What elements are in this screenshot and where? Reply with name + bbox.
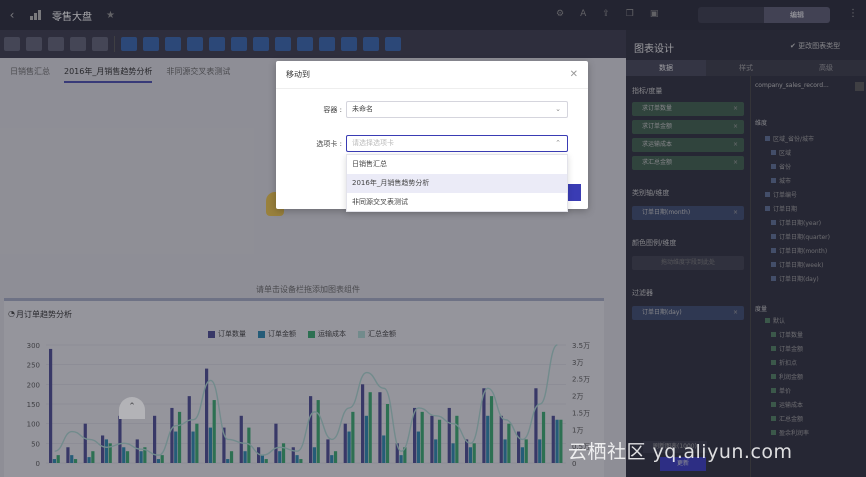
dropdown-option[interactable]: 日销售汇总	[347, 155, 567, 174]
tab-select[interactable]: 请选择选项卡 ⌃	[346, 135, 568, 152]
confirm-button[interactable]	[567, 184, 581, 201]
dropdown-option[interactable]: 2016年_月销售趋势分析	[347, 174, 567, 193]
container-label: 容器 :	[323, 106, 342, 114]
chevron-up-icon: ⌃	[555, 139, 561, 147]
dialog-title: 移动到	[276, 61, 588, 89]
tab-label: 选项卡 :	[316, 140, 342, 148]
tab-dropdown: 日销售汇总 2016年_月销售趋势分析 非同源交叉表测试	[346, 154, 568, 212]
container-select[interactable]: 未命名 ⌄	[346, 101, 568, 118]
close-icon[interactable]: ✕	[570, 69, 578, 80]
dropdown-option[interactable]: 非同源交叉表测试	[347, 193, 567, 212]
chevron-down-icon: ⌄	[555, 105, 561, 113]
watermark: 云栖社区 yq.aliyun.com	[568, 441, 793, 463]
